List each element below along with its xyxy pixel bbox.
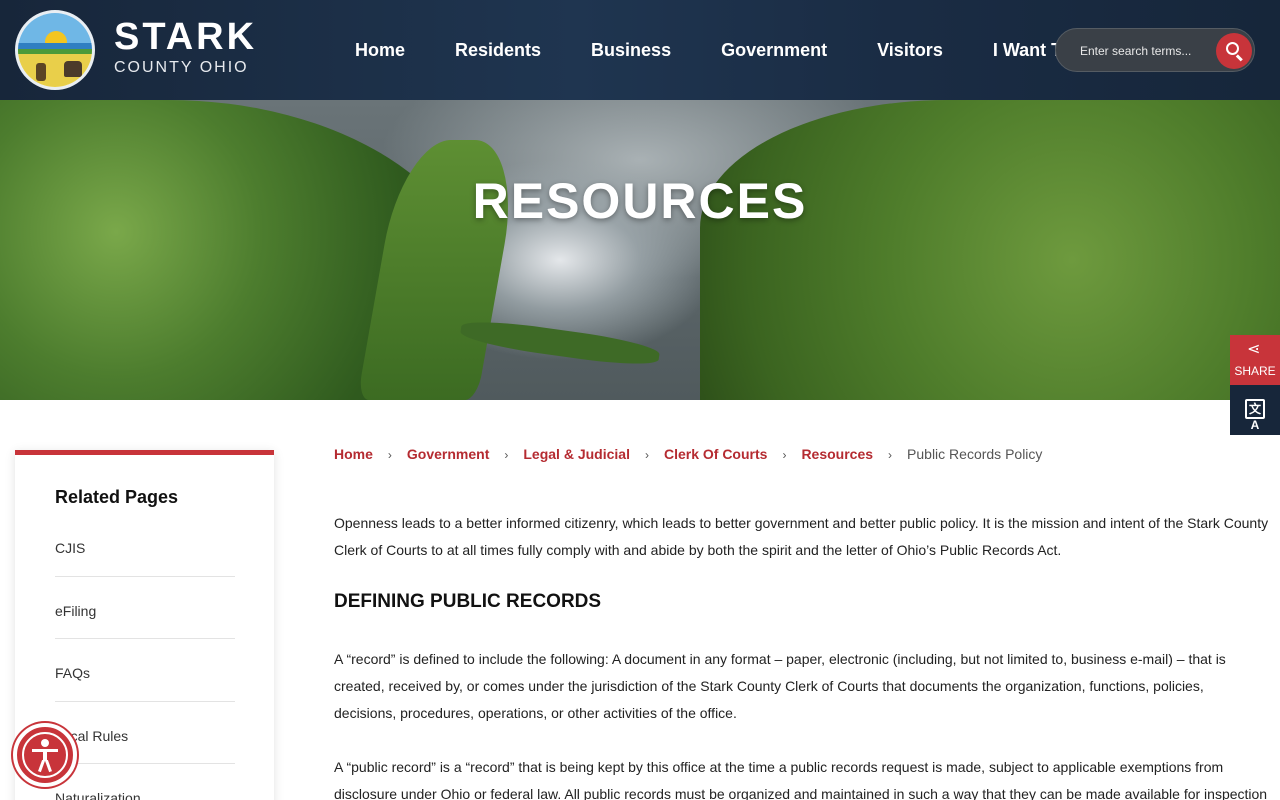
share-button[interactable]: ⋖ SHARE <box>1230 335 1280 385</box>
accessibility-button[interactable] <box>13 723 77 787</box>
breadcrumb-resources[interactable]: Resources <box>801 446 873 462</box>
sidebar-divider <box>55 701 235 702</box>
main-nav: Home Residents Business Government Visit… <box>330 0 1097 100</box>
breadcrumb-clerk-of-courts[interactable]: Clerk Of Courts <box>664 446 767 462</box>
breadcrumb-home[interactable]: Home <box>334 446 373 462</box>
translate-button[interactable]: 文A <box>1230 385 1280 435</box>
breadcrumb-separator: › <box>387 448 392 462</box>
search-input[interactable] <box>1080 40 1230 62</box>
search-icon-handle <box>1236 54 1243 62</box>
search-button[interactable] <box>1216 33 1252 69</box>
hero-reed-strip <box>459 316 661 370</box>
sidebar-item-faqs[interactable]: FAQs <box>55 665 235 681</box>
accessibility-icon-head <box>41 739 49 747</box>
breadcrumb-separator: › <box>888 448 893 462</box>
hero-banner: RESOURCES <box>0 100 1280 400</box>
breadcrumb-separator: › <box>504 448 509 462</box>
breadcrumb-separator: › <box>782 448 787 462</box>
hero-marsh-right <box>700 100 1280 400</box>
breadcrumb-current: Public Records Policy <box>907 446 1043 462</box>
sidebar-divider <box>55 763 235 764</box>
brand-name[interactable]: STARK <box>114 16 257 59</box>
search-box <box>1055 28 1255 72</box>
share-icon: ⋖ <box>1247 341 1261 358</box>
county-seal-logo[interactable] <box>15 10 95 90</box>
logo-grass <box>18 48 92 55</box>
sidebar-item-efiling[interactable]: eFiling <box>55 603 235 619</box>
sidebar-item-cjis[interactable]: CJIS <box>55 540 235 556</box>
share-label: SHARE <box>1234 364 1276 378</box>
sidebar-item-local-rules[interactable]: Local Rules <box>55 728 235 744</box>
sidebar-divider <box>55 638 235 639</box>
nav-residents[interactable]: Residents <box>455 40 541 61</box>
breadcrumb-legal-judicial[interactable]: Legal & Judicial <box>523 446 630 462</box>
nav-visitors[interactable]: Visitors <box>877 40 943 61</box>
breadcrumb-separator: › <box>644 448 649 462</box>
brand-subtitle[interactable]: COUNTY OHIO <box>114 59 249 77</box>
breadcrumb: Home › Government › Legal & Judicial › Clerk O… <box>334 446 1042 462</box>
page-title: RESOURCES <box>472 173 808 229</box>
nav-home[interactable]: Home <box>355 40 405 61</box>
sidebar-item-naturalization[interactable]: Naturalization <box>55 790 235 800</box>
logo-wheat <box>36 63 46 81</box>
nav-government[interactable]: Government <box>721 40 827 61</box>
search-icon <box>1226 42 1239 55</box>
section-heading: DEFINING PUBLIC RECORDS <box>334 591 602 612</box>
translate-icon: 文A <box>1245 399 1265 432</box>
site-header: STARK COUNTY OHIO Home Residents Busines… <box>0 0 1280 100</box>
logo-anvil <box>64 61 82 77</box>
sidebar-divider <box>55 576 235 577</box>
public-record-definition-paragraph: A “public record” is a “record” that is … <box>334 759 1268 800</box>
record-definition-paragraph: A “record” is defined to include the fol… <box>334 651 1226 721</box>
intro-paragraph: Openness leads to a better informed citi… <box>334 515 1269 558</box>
breadcrumb-government[interactable]: Government <box>407 446 489 462</box>
sidebar-heading: Related Pages <box>55 487 179 507</box>
nav-business[interactable]: Business <box>591 40 671 61</box>
